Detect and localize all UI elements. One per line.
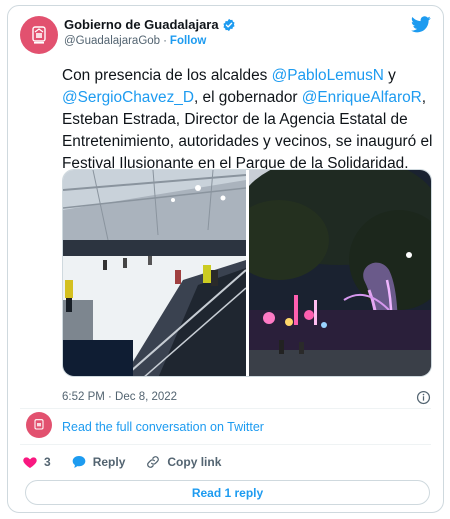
guadalajara-seal-icon xyxy=(32,26,46,44)
reply-bubble-icon xyxy=(72,456,86,468)
twitter-bird-icon[interactable] xyxy=(411,16,431,33)
action-bar: 3 Reply Copy link xyxy=(22,452,241,472)
like-button[interactable]: 3 xyxy=(22,454,51,470)
verified-badge-icon xyxy=(223,18,235,31)
small-avatar[interactable] xyxy=(26,412,52,438)
handle-separator: · xyxy=(163,35,167,47)
copy-link-label: Copy link xyxy=(167,455,222,469)
author-handle[interactable]: @GuadalajaraGob xyxy=(64,35,160,47)
tweet-card: Gobierno de Guadalajara @GuadalajaraGob … xyxy=(7,5,444,513)
author-info: Gobierno de Guadalajara @GuadalajaraGob … xyxy=(64,17,236,47)
mention-link[interactable]: @SergioChavez_D xyxy=(62,89,194,106)
link-icon xyxy=(147,456,160,468)
avatar[interactable] xyxy=(20,16,58,54)
info-icon[interactable] xyxy=(416,390,431,405)
tweet-media[interactable] xyxy=(62,169,432,377)
read-full-conversation-link[interactable]: Read the full conversation on Twitter xyxy=(62,420,264,434)
reply-button[interactable]: Reply xyxy=(71,454,126,470)
read-replies-button[interactable]: Read 1 reply xyxy=(25,480,430,505)
ice-rink-photo[interactable] xyxy=(63,170,246,377)
mention-link[interactable]: @EnriqueAlfaroR xyxy=(302,89,422,106)
divider xyxy=(20,408,431,409)
divider xyxy=(20,444,431,445)
follow-button[interactable]: Follow xyxy=(170,35,206,47)
tree-lights-photo[interactable] xyxy=(249,170,432,377)
like-count: 3 xyxy=(44,455,51,469)
guadalajara-seal-icon xyxy=(34,419,44,430)
reply-label: Reply xyxy=(92,455,126,469)
mention-link[interactable]: @PabloLemusN xyxy=(272,67,384,84)
copy-link-button[interactable]: Copy link xyxy=(145,454,221,470)
tweet-timestamp[interactable]: 6:52 PM · Dec 8, 2022 xyxy=(62,391,177,403)
heart-icon xyxy=(23,457,37,468)
tweet-text: Con presencia de los alcaldes @PabloLemu… xyxy=(62,67,433,172)
author-display-name[interactable]: Gobierno de Guadalajara xyxy=(64,17,219,32)
